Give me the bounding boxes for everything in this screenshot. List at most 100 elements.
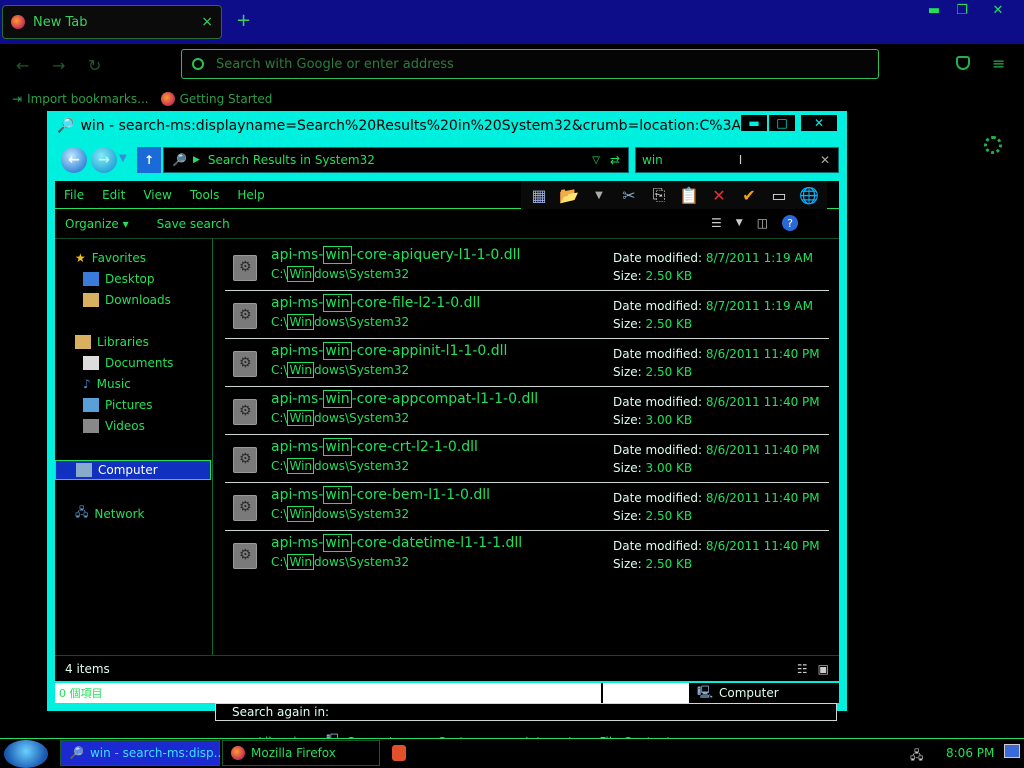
command-bar: Organize ▾ Save search ☰ ▼ ◫ ? — [55, 209, 839, 239]
address-bar[interactable]: 🔎 ▶ Search Results in System32 ▽ ⇄ — [163, 147, 629, 173]
explorer-close-button[interactable]: ✕ — [801, 115, 837, 131]
nav-libraries[interactable]: Libraries — [75, 335, 149, 349]
list-item[interactable]: api-ms-win-core-crt-l2-1-0.dll C:\Window… — [225, 435, 829, 483]
up-arrow-icon[interactable]: ↑ — [137, 147, 161, 173]
tiles-view-icon[interactable]: ▣ — [818, 662, 829, 676]
bookmark-label: Import bookmarks... — [27, 92, 149, 106]
back-arrow-icon[interactable]: ← — [16, 56, 29, 75]
list-item[interactable]: api-ms-win-core-datetime-l1-1-1.dll C:\W… — [225, 531, 829, 579]
firefox-icon — [11, 15, 25, 29]
text-cursor-icon: I — [738, 153, 743, 167]
taskbar-explorer[interactable]: 🔎 win - search-ms:disp... — [60, 740, 225, 766]
file-name: api-ms-win -core-bem-l1-1-0.dll — [271, 486, 491, 504]
view-controls: ☰ ▼ ◫ ? — [711, 215, 799, 231]
menu-icon[interactable]: ≡ — [992, 54, 1005, 73]
nav-label: Computer — [98, 463, 158, 477]
menu-help[interactable]: Help — [228, 188, 273, 202]
date-modified: Date modified: 8/7/2011 1:19 AM — [613, 299, 813, 313]
chevron-down-icon[interactable]: ▼ — [587, 184, 611, 206]
globe-icon[interactable]: 🌐 — [797, 184, 821, 206]
list-item[interactable]: api-ms-win-core-appinit-l1-1-0.dll C:\Wi… — [225, 339, 829, 387]
start-button[interactable] — [4, 740, 48, 768]
nav-network[interactable]: 🖧 Network — [75, 503, 145, 524]
nav-favorites[interactable]: ★ Favorites — [75, 251, 146, 265]
chevron-down-icon[interactable]: ▼ — [736, 218, 743, 228]
pocket-icon[interactable] — [956, 56, 970, 70]
list-item[interactable]: api-ms-win-core-appcompat-l1-1-0.dll C:\… — [225, 387, 829, 435]
nav-videos[interactable]: Videos — [83, 419, 145, 433]
browser-restore-button[interactable]: ❐ — [950, 0, 974, 20]
show-desktop-icon[interactable] — [1004, 744, 1020, 758]
reload-icon[interactable]: ↻ — [88, 56, 101, 75]
address-row: ← → ▼ ↑ 🔎 ▶ Search Results in System32 ▽… — [55, 141, 839, 181]
check-icon[interactable]: ✔ — [737, 184, 761, 206]
chevron-down-icon[interactable]: ▼ — [119, 153, 127, 164]
computer-icon: 🖳 — [697, 684, 714, 699]
list-item[interactable]: api-ms-win-core-apiquery-l1-1-0.dll C:\W… — [225, 243, 829, 291]
date-modified: Date modified: 8/6/2011 11:40 PM — [613, 443, 820, 457]
browser-close-button[interactable]: ✕ — [986, 0, 1010, 20]
nav-desktop[interactable]: Desktop — [83, 272, 155, 286]
explorer-maximize-button[interactable]: □ — [769, 115, 795, 131]
bookmark-getting-started[interactable]: Getting Started — [160, 92, 272, 106]
file-size: Size: 2.50 KB — [613, 509, 693, 523]
browser-minimize-button[interactable]: ▬ — [922, 0, 946, 20]
desktop-icon — [83, 272, 99, 286]
item-count: 4 items — [65, 661, 110, 676]
refresh-icon[interactable]: ⇄ — [610, 153, 620, 167]
nav-music[interactable]: ♪ Music — [83, 377, 131, 391]
taskbar-brave[interactable] — [384, 740, 424, 766]
properties-icon[interactable]: ▭ — [767, 184, 791, 206]
nav-computer[interactable]: Computer — [55, 460, 211, 480]
delete-icon[interactable]: ✕ — [707, 184, 731, 206]
forward-arrow-icon[interactable]: → — [91, 147, 117, 173]
menu-view[interactable]: View — [134, 188, 180, 202]
url-bar[interactable]: Search with Google or enter address — [181, 49, 879, 79]
nav-downloads[interactable]: Downloads — [83, 293, 171, 307]
explorer-minimize-button[interactable]: ▬ — [741, 115, 767, 131]
new-tab-button[interactable]: + — [236, 10, 251, 31]
details-view-icon[interactable]: ☷ — [797, 662, 808, 676]
clock[interactable]: 8:06 PM — [946, 746, 994, 760]
menu-edit[interactable]: Edit — [93, 188, 134, 202]
breadcrumb-arrow-icon: ▶ — [192, 155, 200, 165]
nav-label: Downloads — [105, 293, 171, 307]
view-options-icon[interactable]: ☰ — [711, 216, 722, 230]
gear-icon[interactable] — [984, 136, 1002, 154]
firefox-icon — [160, 92, 175, 106]
navigation-pane: ★ Favorites Desktop Downloads Libraries D… — [55, 239, 213, 655]
back-arrow-icon[interactable]: ← — [61, 147, 87, 173]
explorer-titlebar[interactable]: 🔎 win - search-ms:displayname=Search%20R… — [47, 111, 847, 141]
preview-pane-icon[interactable]: ◫ — [757, 216, 768, 230]
breadcrumb[interactable]: Search Results in System32 — [208, 153, 375, 167]
documents-icon — [83, 356, 99, 370]
menu-file[interactable]: File — [55, 188, 93, 202]
bookmark-import[interactable]: ⇥ Import bookmarks... — [12, 92, 149, 106]
nav-documents[interactable]: Documents — [83, 356, 173, 370]
save-search-button[interactable]: Save search — [157, 217, 230, 231]
star-icon: ★ — [75, 251, 86, 265]
forward-arrow-icon[interactable]: → — [52, 56, 65, 75]
chevron-down-icon[interactable]: ▽ — [592, 155, 600, 166]
list-item[interactable]: api-ms-win-core-bem-l1-1-0.dll C:\Window… — [225, 483, 829, 531]
paste-icon[interactable]: 📋 — [677, 184, 701, 206]
layout-icon[interactable]: ▦ — [527, 184, 551, 206]
search-again-header: Search again in: — [215, 703, 837, 721]
cut-icon[interactable]: ✂ — [617, 184, 641, 206]
organize-button[interactable]: Organize ▾ — [65, 217, 129, 231]
taskbar-firefox[interactable]: Mozilla Firefox — [222, 740, 380, 766]
help-icon[interactable]: ? — [782, 215, 799, 231]
status-bar: 4 items ☷ ▣ — [55, 655, 839, 681]
browser-tab[interactable]: New Tab × — [2, 5, 222, 39]
menu-tools[interactable]: Tools — [181, 188, 229, 202]
clear-icon[interactable]: ✕ — [820, 153, 830, 167]
list-item[interactable]: api-ms-win-core-file-l2-1-0.dll C:\Windo… — [225, 291, 829, 339]
url-placeholder: Search with Google or enter address — [216, 56, 454, 72]
folder-icon[interactable]: 📂 — [557, 184, 581, 206]
music-icon: ♪ — [83, 377, 91, 391]
copy-icon[interactable]: ⎘ — [647, 184, 671, 206]
search-input[interactable]: win I ✕ — [635, 147, 839, 173]
network-tray-icon[interactable]: 🖧 — [910, 746, 923, 767]
tab-close-icon[interactable]: × — [201, 14, 213, 30]
nav-pictures[interactable]: Pictures — [83, 398, 153, 412]
